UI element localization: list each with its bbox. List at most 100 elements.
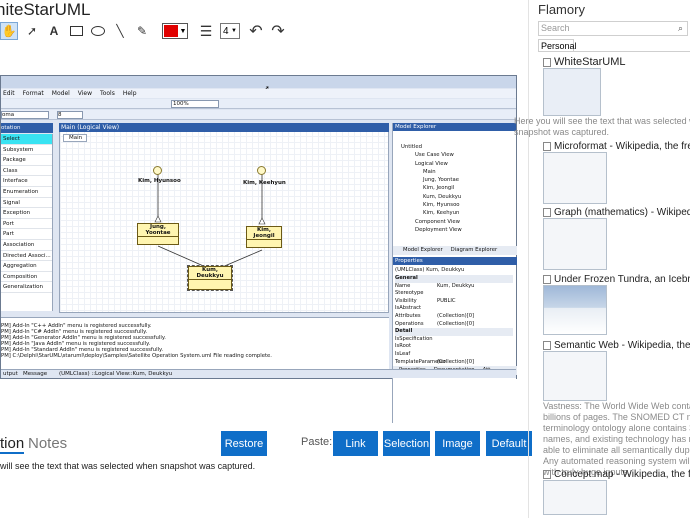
property-value: PUBLIC (437, 297, 456, 304)
rectangle-tool-icon[interactable] (68, 23, 84, 39)
palette-item: Association (1, 240, 52, 251)
list-item[interactable]: WhiteStarUML Here you will see the text … (514, 56, 690, 138)
item-desc: able to eliminate all semantically dupli… (543, 445, 690, 455)
property-key: IsLeaf (395, 350, 411, 357)
item-thumbnail (543, 351, 607, 401)
app-format-toolbar: oma 8 (1, 110, 516, 120)
paste-selection-button[interactable]: Selection (383, 431, 430, 456)
drawing-toolbar: ✋ ➚ A ╲ ✎ ▼ ☰ 4 ▼ ↶ ↷ (0, 20, 292, 42)
palette-item: Class (1, 166, 52, 177)
palette: Select Subsystem Package Class Interface… (1, 134, 53, 311)
property-row: IsRoot (395, 343, 513, 351)
item-desc: Any automated reasoning system will have (543, 456, 690, 466)
pointer-tool-icon[interactable]: ➚ (24, 23, 40, 39)
tree-item: Jung, Yoontae (423, 177, 459, 184)
list-item[interactable]: Semantic Web - Wikipedia, the free encyc… (543, 340, 690, 478)
item-thumbnail (543, 218, 607, 270)
menu-item: Model (51, 90, 70, 97)
hand-tool-icon[interactable]: ✋ (0, 22, 18, 40)
palette-item: Signal (1, 198, 52, 209)
line-width-value: 4 (223, 25, 229, 37)
explorer-tab: Model Explorer (403, 247, 443, 253)
property-row: IsSpecification (395, 336, 513, 344)
diagram-canvas: Kim, Hyunsoo Kim, Keehyun Jung, Yoontae … (59, 123, 389, 313)
app-toolbar: 100% (1, 99, 516, 109)
item-desc: billions of pages. The SNOMED CT medical (543, 412, 690, 422)
font-size-box: 8 (57, 111, 83, 119)
item-title-text: WhiteStarUML (554, 56, 626, 68)
class-name: Jung, Yoontae (138, 224, 178, 237)
palette-item: Package (1, 155, 52, 166)
properties-group: General (395, 275, 513, 283)
property-key: Operations (395, 320, 424, 327)
property-key: IsRoot (395, 343, 411, 350)
zoom-box: 100% (171, 100, 219, 108)
redo-icon[interactable]: ↷ (270, 23, 286, 40)
property-value: (Collection)[0] (437, 320, 475, 327)
selection-text: will see the text that was selected when… (0, 461, 256, 471)
item-title-text: Semantic Web - Wikipedia, the free encyc (554, 340, 690, 351)
class-box: Kim, Jeongil (246, 226, 282, 248)
app-menubar: Edit Format Model View Tools Help (1, 89, 516, 98)
text-tool-icon[interactable]: A (46, 23, 62, 39)
class-box: Kum, Deukkyu (187, 265, 233, 291)
restore-button[interactable]: Restore (221, 431, 267, 456)
palette-item: Enumeration (1, 187, 52, 198)
snapshot-image: ➚ Edit Format Model View Tools Help 100%… (0, 75, 517, 423)
line-width-icon[interactable]: ☰ (198, 23, 214, 39)
item-title: Under Frozen Tundra, an Icebreaking Shi (543, 274, 690, 285)
tree-item: Kim, Hyunsoo (423, 202, 460, 209)
item-title-text: Graph (mathematics) - Wikipedia, the fre (554, 207, 690, 218)
property-row: Operations (Collection)[0] (395, 321, 513, 329)
highlighter-tool-icon[interactable]: ✎ (134, 23, 150, 39)
property-row: Name Kum, Deukkyu (395, 283, 513, 291)
undo-icon[interactable]: ↶ (248, 23, 264, 40)
paste-image-button[interactable]: Image (435, 431, 480, 456)
group-label: General (395, 275, 418, 281)
explorer-tabs: Model Explorer Diagram Explorer (393, 246, 517, 255)
tree-item: Kum, Deukkyu (423, 193, 462, 200)
palette-item: Interface (1, 176, 52, 187)
property-key: Visibility (395, 297, 417, 304)
search-field[interactable]: Search ⌕ (538, 21, 688, 36)
item-desc: Vastness: The World Wide Web contains ma (543, 401, 690, 411)
list-item[interactable]: Graph (mathematics) - Wikipedia, the fre (543, 207, 690, 270)
property-value: (Collection)[0] (437, 312, 475, 319)
item-desc: terminology ontology alone contains 370,… (543, 423, 690, 433)
menu-item: Format (22, 90, 44, 97)
list-item[interactable]: Concept map - Wikipedia, the free encyc (543, 469, 690, 515)
page-icon (543, 207, 551, 217)
properties-selection: (UMLClass) Kum, Deukkyu (395, 267, 465, 273)
line-tool-icon[interactable]: ╲ (112, 23, 128, 39)
property-row: Stereotype (395, 290, 513, 298)
chevron-down-icon: ▼ (231, 28, 237, 34)
paste-link-button[interactable]: Link (333, 431, 378, 456)
group-label: Detail (395, 328, 413, 335)
color-picker[interactable]: ▼ (162, 23, 188, 39)
item-title-text: Microformat - Wikipedia, the free encycl… (554, 141, 690, 152)
properties-header: Properties (393, 257, 517, 265)
page-icon (543, 141, 551, 151)
output-tab: Message (23, 371, 48, 377)
palette-item: Directed Associ... (1, 251, 52, 262)
ellipse-tool-icon[interactable] (90, 23, 106, 39)
actor-icon (257, 166, 266, 175)
output-line: PM] C:\Delphi\StarUML\staruml\deploy\Sam… (1, 353, 272, 359)
tree-item: Untitled (401, 144, 422, 150)
property-value: Kum, Deukkyu (437, 282, 475, 289)
tab-line (538, 51, 690, 52)
item-desc: snapshot was captured. (514, 127, 610, 137)
item-thumbnail (543, 285, 607, 335)
tab-notes[interactable]: Notes (28, 435, 67, 452)
palette-item: Select (1, 134, 52, 145)
list-item[interactable]: Microformat - Wikipedia, the free encycl… (543, 141, 690, 204)
item-title-text: Concept map - Wikipedia, the free encyc (554, 469, 690, 480)
page-icon (543, 340, 551, 350)
model-tree: Untitled Use Case View Logical View Main… (393, 131, 516, 234)
right-panels: Model Explorer Untitled Use Case View Lo… (392, 123, 517, 423)
line-width-select[interactable]: 4 ▼ (220, 23, 240, 39)
paste-default-button[interactable]: Default (486, 431, 532, 456)
search-placeholder: Search (541, 23, 570, 33)
list-item[interactable]: Under Frozen Tundra, an Icebreaking Shi (543, 274, 690, 335)
tab-selection[interactable]: tion (0, 435, 25, 454)
